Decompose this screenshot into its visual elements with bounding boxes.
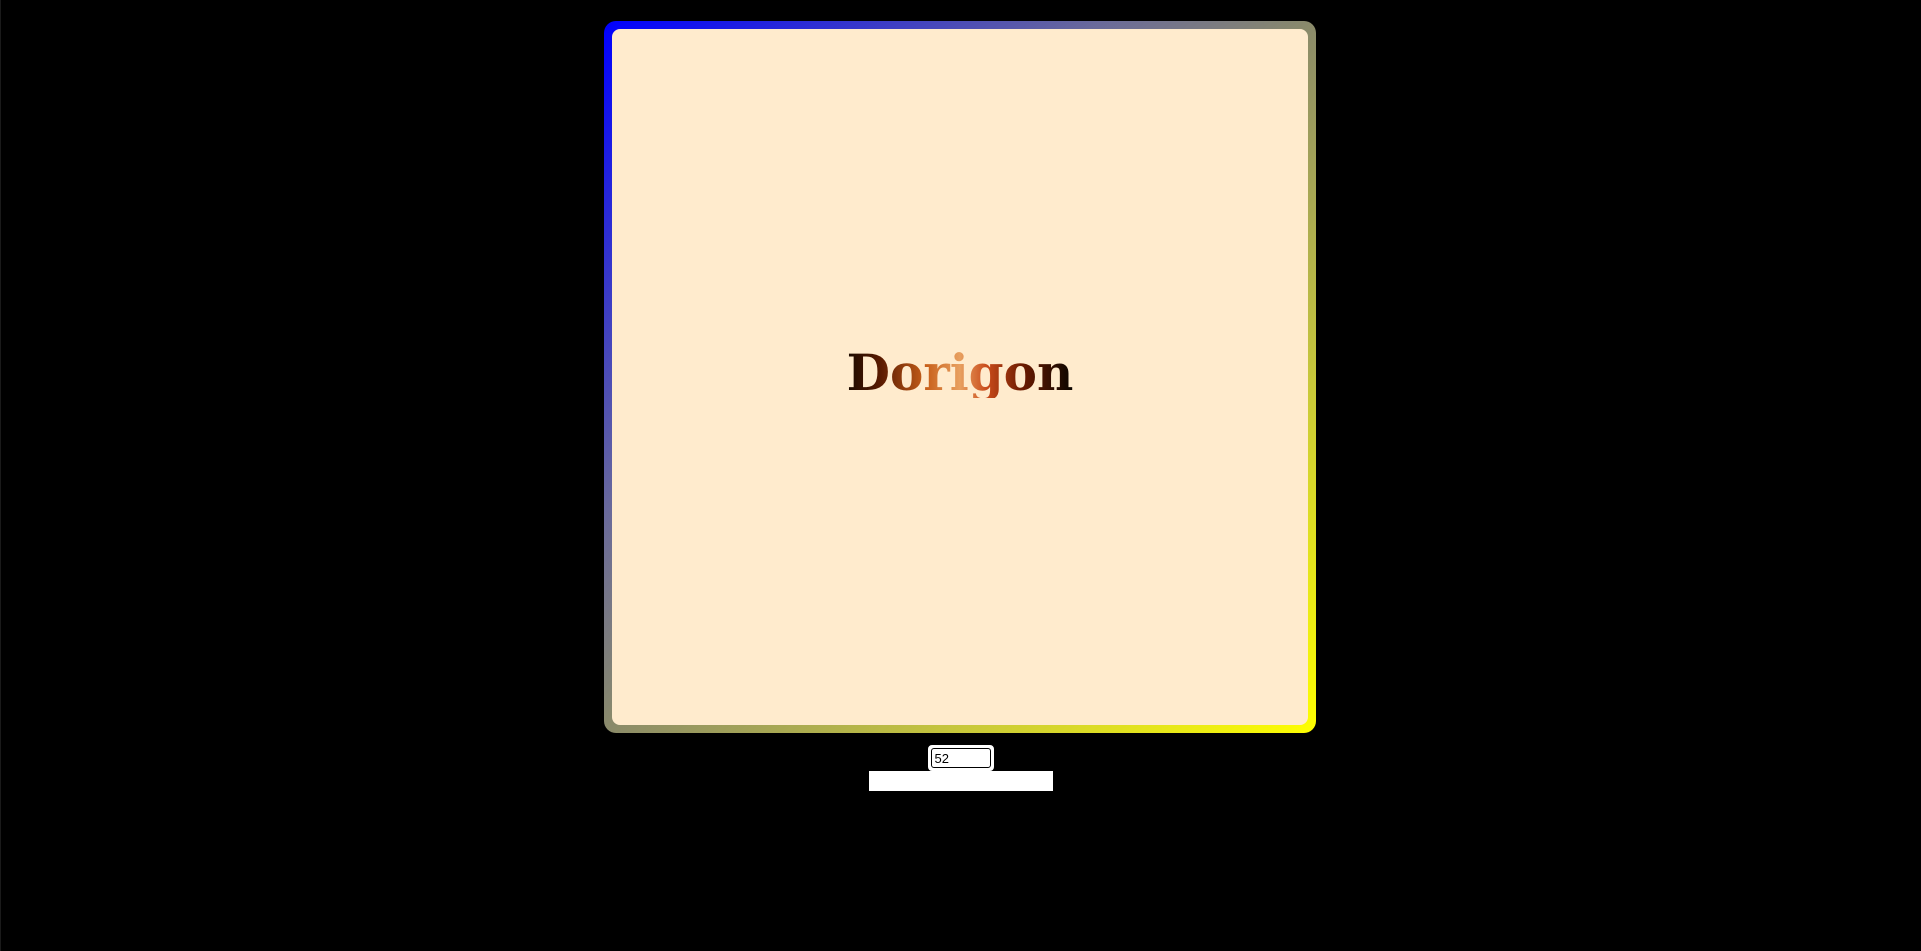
brand-title: Dorigon [846, 343, 1074, 402]
page: Dorigon [0, 0, 1921, 951]
display-panel: Dorigon [612, 29, 1308, 725]
gradient-frame: Dorigon [604, 21, 1316, 733]
size-number-input[interactable] [930, 748, 991, 768]
controls-area [0, 745, 1921, 791]
size-input-wrapper [927, 745, 994, 771]
left-edge-divider [0, 0, 1, 951]
title-text-input[interactable] [868, 771, 1053, 791]
